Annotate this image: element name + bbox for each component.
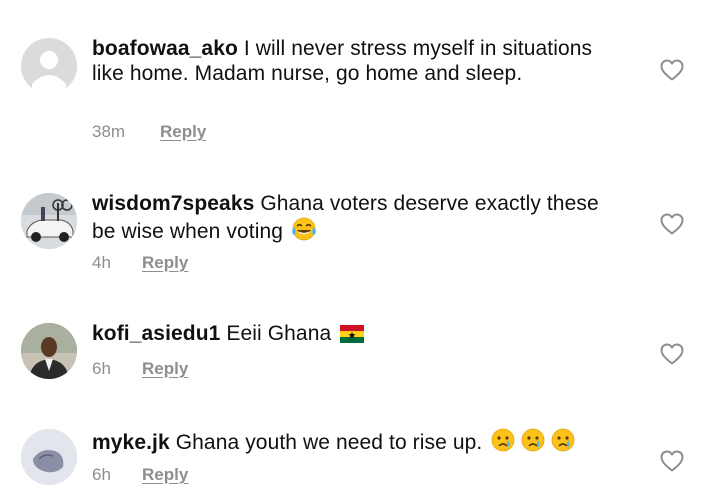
reply-button[interactable]: Reply bbox=[160, 122, 206, 142]
comment-username[interactable]: myke.jk bbox=[92, 431, 170, 454]
heart-icon[interactable] bbox=[660, 343, 684, 365]
comment-body: Eeii Ghana bbox=[226, 322, 332, 345]
comment-meta: 6h Reply bbox=[92, 465, 188, 485]
comment-body: Ghana youth we need to rise up. bbox=[175, 431, 483, 454]
comment-text: kofi_asiedu1 Eeii Ghana bbox=[92, 321, 612, 350]
comment-text: boafowaa_ako I will never stress myself … bbox=[92, 36, 612, 86]
crying-face-emoji bbox=[520, 427, 546, 459]
car-photo-avatar[interactable] bbox=[21, 193, 77, 249]
comment-meta: 6h Reply bbox=[92, 359, 188, 379]
heart-icon[interactable] bbox=[660, 59, 684, 81]
reply-button[interactable]: Reply bbox=[142, 465, 188, 485]
comment-timestamp: 38m bbox=[92, 122, 126, 141]
reply-button[interactable]: Reply bbox=[142, 359, 188, 379]
ghana-flag-emoji bbox=[339, 324, 365, 350]
crying-face-emoji bbox=[490, 427, 516, 459]
comment-timestamp: 4h bbox=[92, 253, 111, 272]
comment-username[interactable]: wisdom7speaks bbox=[92, 192, 254, 215]
sketch-photo-avatar[interactable] bbox=[21, 429, 77, 485]
comment-timestamp: 6h bbox=[92, 359, 111, 378]
person-photo-avatar[interactable] bbox=[21, 323, 77, 379]
default-avatar-icon[interactable] bbox=[21, 38, 77, 94]
reply-button[interactable]: Reply bbox=[142, 253, 188, 273]
comment-text: myke.jk Ghana youth we need to rise up. bbox=[92, 427, 612, 459]
heart-icon[interactable] bbox=[660, 213, 684, 235]
comment-username[interactable]: kofi_asiedu1 bbox=[92, 322, 220, 345]
heart-icon[interactable] bbox=[660, 450, 684, 472]
comment-meta: 4h Reply bbox=[92, 253, 188, 273]
comment-meta: 38m Reply bbox=[92, 122, 206, 142]
comment-username[interactable]: boafowaa_ako bbox=[92, 37, 238, 60]
comment-timestamp: 6h bbox=[92, 465, 111, 484]
crying-face-emoji bbox=[550, 427, 576, 459]
comment-text: wisdom7speaks Ghana voters deserve exact… bbox=[92, 191, 612, 248]
tears-of-joy-emoji bbox=[291, 216, 317, 248]
